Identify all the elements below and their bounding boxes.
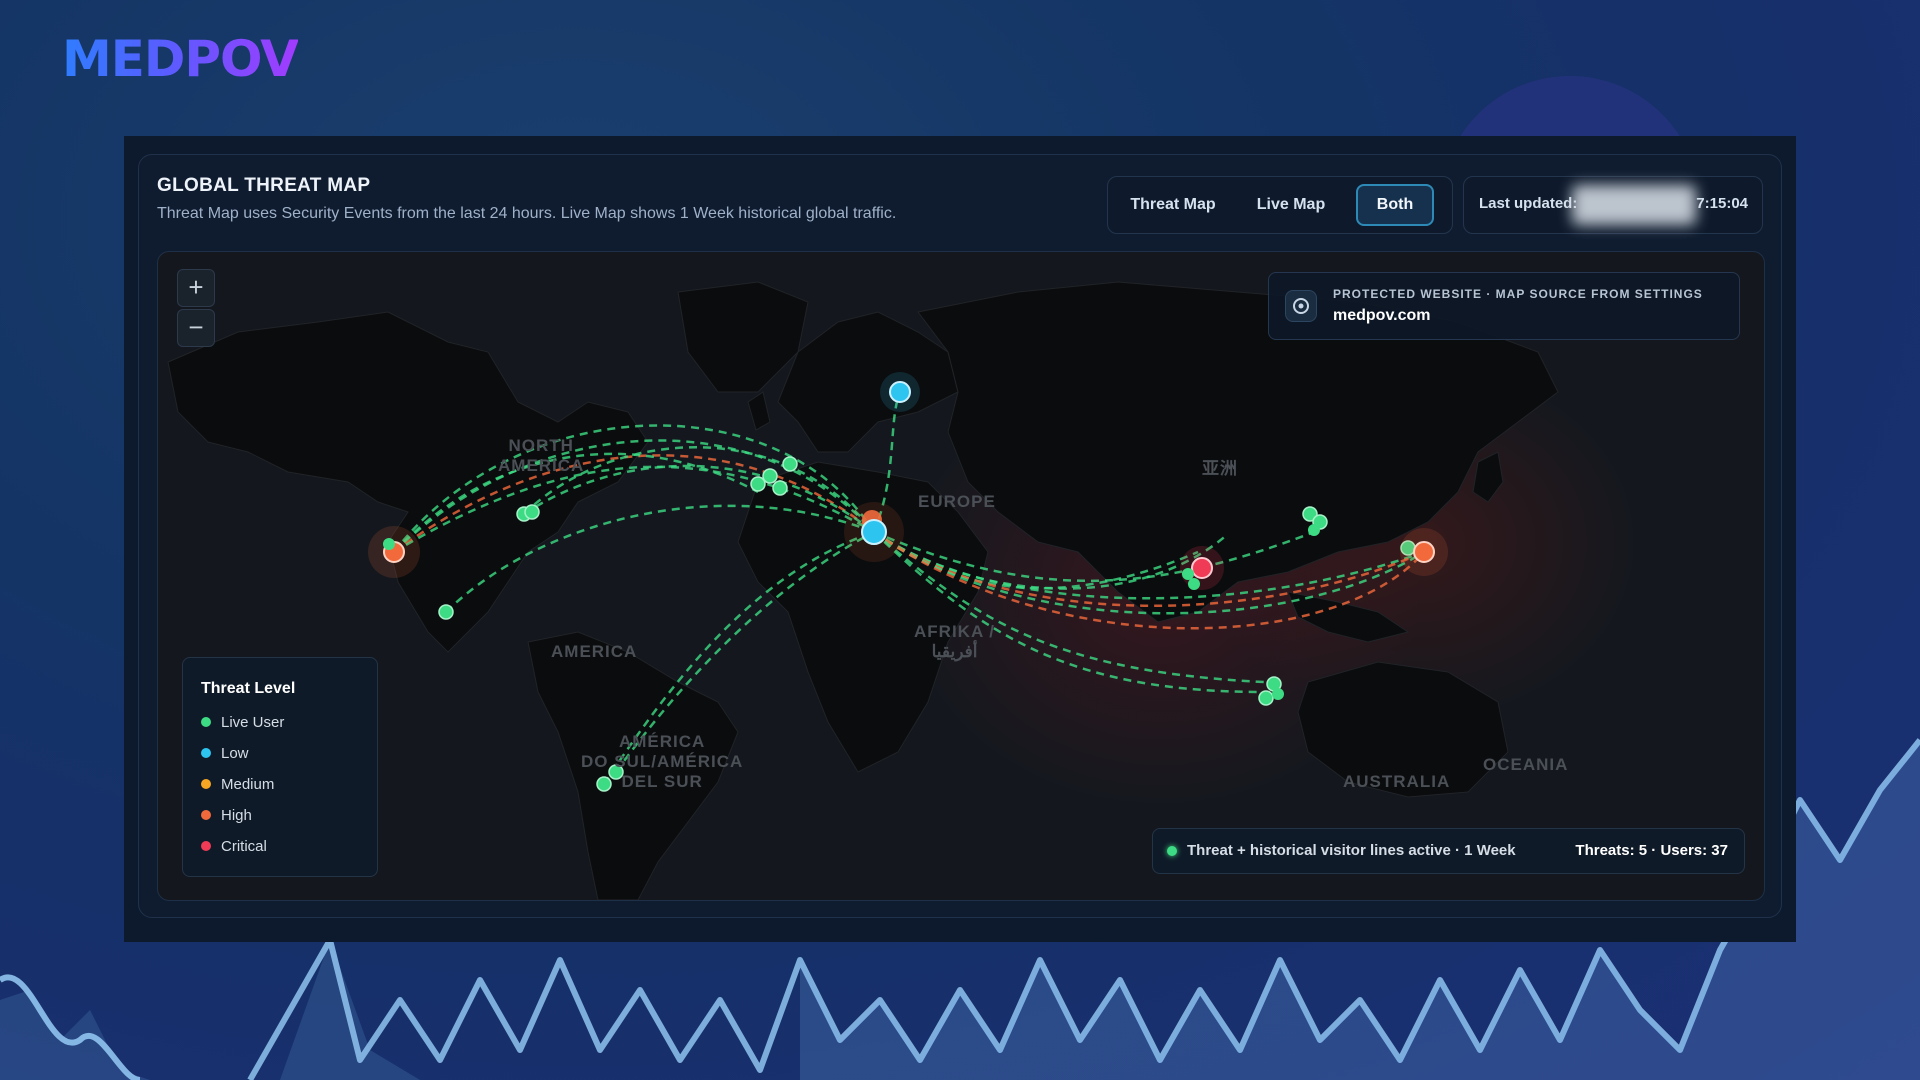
- protected-domain: medpov.com: [1333, 307, 1431, 324]
- protected-website-label: PROTECTED WEBSITE · MAP SOURCE FROM SETT…: [1333, 287, 1703, 301]
- tab-threat-map[interactable]: Threat Map: [1118, 185, 1228, 225]
- medpov-logo: MEDPOV: [62, 30, 299, 88]
- medium-dot-icon: [201, 779, 211, 790]
- protected-website-box: PROTECTED WEBSITE · MAP SOURCE FROM SETT…: [1268, 272, 1740, 340]
- target-icon: [1285, 290, 1317, 322]
- map-label-asia: 亚洲: [1202, 459, 1238, 478]
- zoom-out-button[interactable]: −: [177, 309, 215, 347]
- legend-item-high: High: [201, 806, 252, 826]
- low-dot-icon: [201, 748, 211, 759]
- critical-dot-icon: [201, 841, 211, 852]
- tab-both[interactable]: Both: [1356, 184, 1434, 226]
- map-label-south-america: AMÉRICA DO SUL/AMÉRICA DEL SUR: [581, 732, 744, 791]
- legend-item-live-user: Live User: [201, 713, 284, 733]
- map-label-europe: EUROPE: [918, 492, 996, 511]
- legend-item-low: Low: [201, 744, 249, 764]
- tab-live-map[interactable]: Live Map: [1238, 185, 1344, 225]
- threat-map-panel: GLOBAL THREAT MAP Threat Map uses Securi…: [138, 154, 1782, 918]
- status-dot-icon: [1167, 846, 1177, 856]
- status-text: Threat + historical visitor lines active…: [1187, 842, 1516, 859]
- map-label-australia: AUSTRALIA: [1343, 772, 1451, 791]
- legend-title: Threat Level: [201, 680, 296, 697]
- last-updated-label: Last updated:: [1479, 195, 1578, 212]
- app-window: GLOBAL THREAT MAP Threat Map uses Securi…: [124, 136, 1796, 942]
- map-label-central-america: AMERICA: [551, 642, 638, 661]
- threat-level-legend: Threat Level Live User Low Medium High C…: [182, 657, 378, 877]
- page-subtitle: Threat Map uses Security Events from the…: [157, 205, 897, 222]
- high-dot-icon: [201, 810, 211, 821]
- redacted-date: [1572, 185, 1696, 225]
- last-updated-box: Last updated: 7:15:04: [1463, 176, 1763, 234]
- map-label-oceania: OCEANIA: [1483, 755, 1569, 774]
- world-map[interactable]: NORTH AMERICA EUROPE 亚洲 AFRIKA / أفريقيا…: [157, 251, 1765, 901]
- map-canvas: [167, 281, 1559, 900]
- status-bar: Threat + historical visitor lines active…: [1152, 828, 1745, 874]
- page-title: GLOBAL THREAT MAP: [157, 175, 371, 196]
- status-counts: Threats: 5 · Users: 37: [1575, 842, 1728, 859]
- zoom-in-button[interactable]: +: [177, 269, 215, 307]
- live-user-dot-icon: [201, 717, 211, 728]
- legend-item-critical: Critical: [201, 837, 267, 857]
- map-label-africa: AFRIKA / أفريقيا: [914, 622, 996, 661]
- view-toggle: Threat Map Live Map Both: [1107, 176, 1453, 234]
- map-label-north-america: NORTH AMERICA: [498, 436, 585, 475]
- legend-item-medium: Medium: [201, 775, 274, 795]
- last-updated-time: 7:15:04: [1696, 195, 1748, 212]
